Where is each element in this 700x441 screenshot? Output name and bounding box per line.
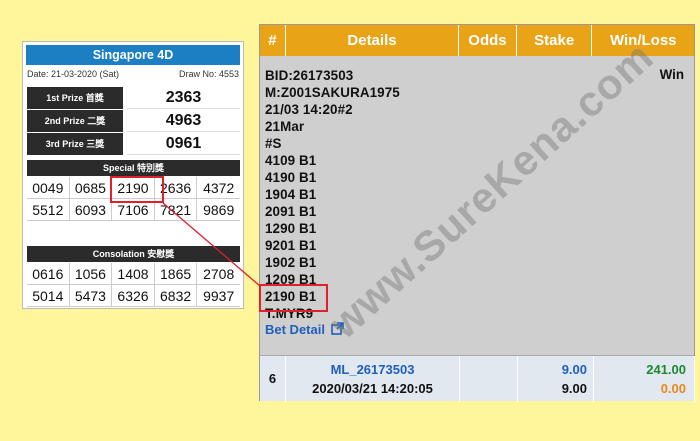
header-stake: Stake <box>517 25 593 56</box>
row-index: 6 <box>260 356 286 402</box>
special-number: 6093 <box>69 199 113 221</box>
stake-value: 9.00 <box>561 362 587 377</box>
special-number: 4372 <box>197 177 240 199</box>
loss-amount: 0.00 <box>660 381 686 396</box>
table-row: 6 ML_26173503 2020/03/21 14:20:05 9.00 9… <box>260 355 695 402</box>
detail-line: 2091 B1 <box>265 204 317 219</box>
special-number: 5512 <box>27 199 70 221</box>
detail-line: 1902 B1 <box>265 255 317 270</box>
header-details: Details <box>286 25 460 56</box>
bet-id-link[interactable]: ML_26173503 <box>286 362 459 377</box>
prize-row-1st: 1st Prize 首獎 2363 <box>27 87 240 109</box>
consolation-number: 5014 <box>27 285 70 307</box>
bet-details: BID:26173503 M:Z001SAKURA1975 21/03 14:2… <box>265 67 690 322</box>
consolation-number: 0616 <box>27 263 70 285</box>
stake-total: 9.00 <box>561 381 587 396</box>
detail-line: 4190 B1 <box>265 170 317 185</box>
status-badge: Win <box>659 67 684 82</box>
highlight-box-bet <box>259 284 328 312</box>
detail-line: 1209 B1 <box>265 272 317 287</box>
consolation-number: 9937 <box>197 285 240 307</box>
row-win-loss: 241.00 0.00 <box>594 356 695 402</box>
external-link-icon <box>330 322 344 335</box>
consolation-header: Consolation 安慰獎 <box>27 246 240 262</box>
row-odds <box>460 356 518 402</box>
consolation-grid: 0616 1056 1408 1865 2708 5014 5473 6326 … <box>27 263 240 307</box>
detail-line: #S <box>265 136 282 151</box>
highlight-box-result <box>110 176 164 203</box>
detail-line: 21Mar <box>265 119 305 134</box>
consolation-number: 1865 <box>154 263 198 285</box>
row-details: ML_26173503 2020/03/21 14:20:05 <box>286 356 460 402</box>
consolation-number: 6832 <box>154 285 198 307</box>
header-odds: Odds <box>459 25 517 56</box>
results-title: Singapore 4D <box>26 45 240 65</box>
results-card: Singapore 4D Date: 21-03-2020 (Sat) Draw… <box>22 41 244 309</box>
draw-date: Date: 21-03-2020 (Sat) <box>27 69 120 79</box>
consolation-number: 2708 <box>197 263 240 285</box>
special-number: 0049 <box>27 177 70 199</box>
header-win-loss: Win/Loss <box>609 32 677 49</box>
bet-detail-link[interactable]: Bet Detail <box>265 322 344 337</box>
prize-row-2nd: 2nd Prize 二獎 4963 <box>27 110 240 132</box>
header-index: # <box>260 25 286 56</box>
detail-line: 1904 B1 <box>265 187 317 202</box>
draw-number: Draw No: 4553 <box>178 69 239 79</box>
row-stake: 9.00 9.00 <box>518 356 594 402</box>
prize-number: 4963 <box>127 110 240 132</box>
detail-line: T.MYR9 <box>265 306 314 321</box>
consolation-number: 1408 <box>112 263 155 285</box>
detail-line: 2190 B1 <box>265 289 317 304</box>
prize-number: 0961 <box>127 133 240 155</box>
bet-detail-label: Bet Detail <box>265 322 325 337</box>
detail-line: 4109 B1 <box>265 153 317 168</box>
detail-line: 1290 B1 <box>265 221 317 236</box>
win-amount: 241.00 <box>646 362 686 377</box>
prize-row-3rd: 3rd Prize 三獎 0961 <box>27 133 240 155</box>
bet-panel: # Details Odds Stake Win/Loss BID:261735… <box>259 24 695 402</box>
detail-line: 21/03 14:20#2 <box>265 102 353 117</box>
consolation-number: 1056 <box>69 263 113 285</box>
consolation-number: 5473 <box>69 285 113 307</box>
prize-label: 3rd Prize 三獎 <box>27 133 123 155</box>
detail-line: 9201 B1 <box>265 238 317 253</box>
special-number: 9869 <box>197 199 240 221</box>
special-header: Special 特別獎 <box>27 160 240 176</box>
consolation-number: 6326 <box>112 285 155 307</box>
prize-label: 1st Prize 首獎 <box>27 87 123 109</box>
table-header: # Details Odds Stake Win/Loss <box>260 25 694 56</box>
detail-line: BID:26173503 <box>265 68 354 83</box>
bet-timestamp: 2020/03/21 14:20:05 <box>312 381 433 396</box>
special-number: 0685 <box>69 177 113 199</box>
detail-line: M:Z001SAKURA1975 <box>265 85 400 100</box>
prize-label: 2nd Prize 二獎 <box>27 110 123 132</box>
prize-number: 2363 <box>127 87 240 109</box>
